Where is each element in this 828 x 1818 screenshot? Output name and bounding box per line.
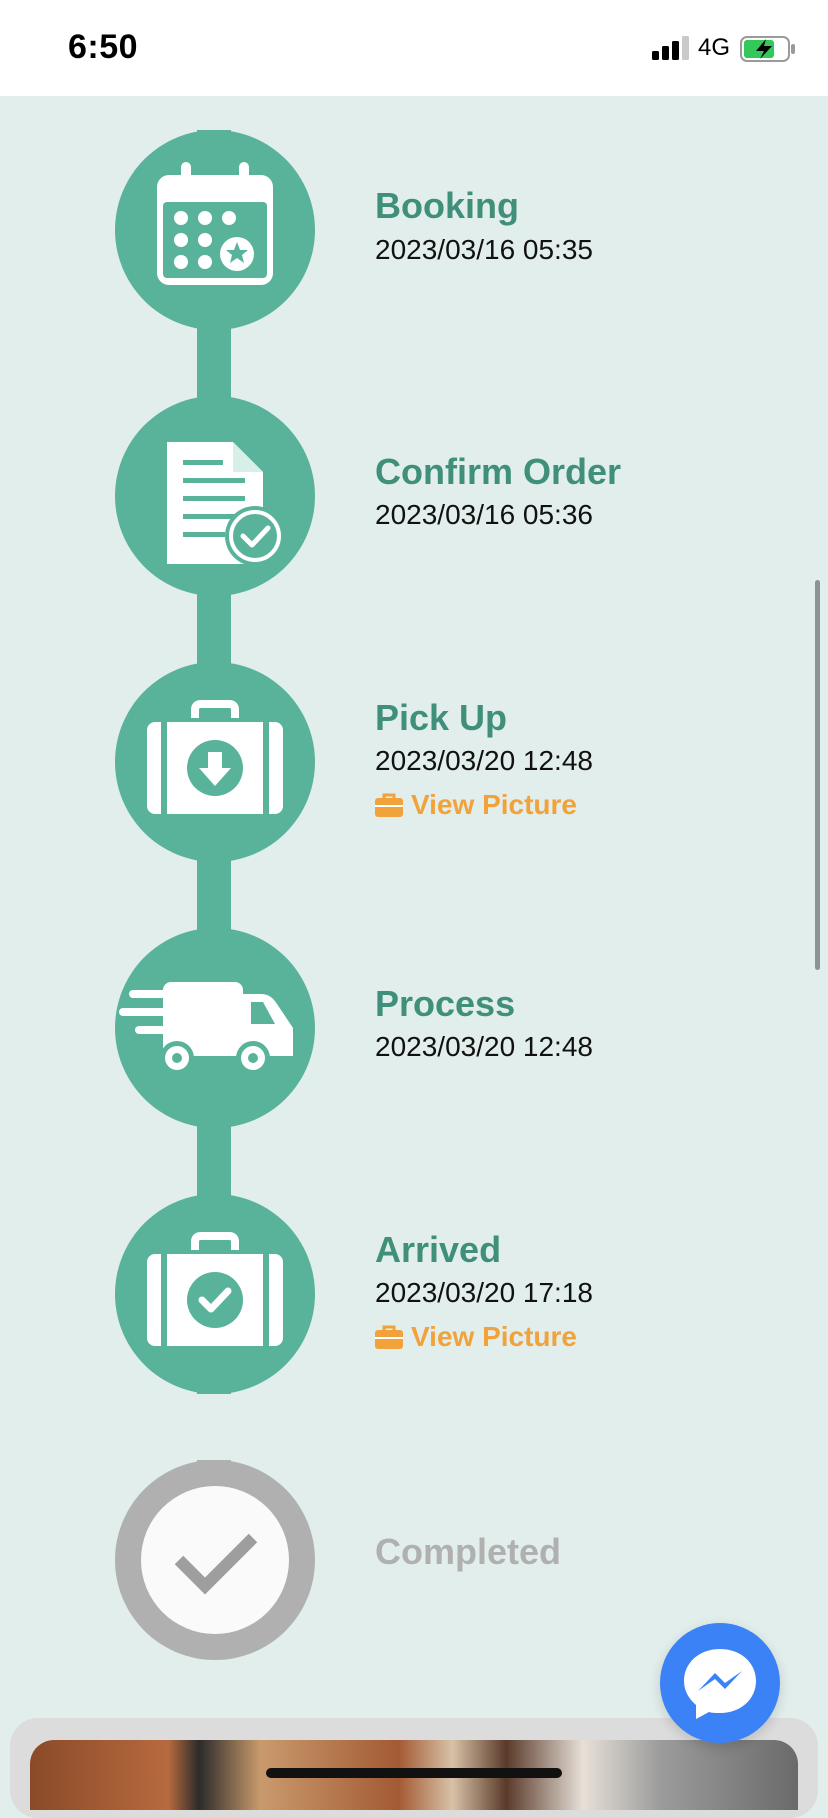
step-date: 2023/03/16 05:36	[375, 499, 593, 530]
messenger-icon	[684, 1649, 756, 1719]
step-circle	[115, 396, 315, 596]
scrollbar[interactable]	[815, 580, 820, 970]
step-circle	[115, 1460, 315, 1660]
step-title: Pick Up	[375, 697, 508, 738]
battery-icon	[740, 36, 795, 62]
step-title: Confirm Order	[375, 451, 622, 492]
calendar-icon	[157, 162, 273, 285]
step-circle	[115, 130, 315, 330]
step-date: 2023/03/20 17:18	[375, 1277, 593, 1308]
step-title: Process	[375, 983, 516, 1024]
checkmark-icon	[141, 1486, 289, 1634]
signal-icon	[652, 36, 689, 60]
step-date: 2023/03/20 12:48	[375, 745, 593, 776]
suitcase-check-icon	[147, 1232, 283, 1346]
step-date: 2023/03/20 12:48	[375, 1031, 593, 1062]
network-type: 4G	[698, 34, 731, 61]
suitcase-download-icon	[147, 700, 283, 814]
view-picture-label: View Picture	[411, 1321, 578, 1352]
briefcase-icon	[375, 793, 403, 817]
view-picture-link[interactable]: View Picture	[375, 789, 577, 821]
step-circle	[115, 1194, 315, 1394]
step-title: Arrived	[375, 1229, 502, 1270]
messenger-button[interactable]	[660, 1623, 780, 1743]
step-title: Completed	[375, 1531, 562, 1572]
status-time: 6:50	[68, 28, 139, 66]
view-picture-link[interactable]: View Picture	[375, 1321, 577, 1353]
status-bar: 6:50 4G	[0, 0, 828, 96]
step-date: 2023/03/16 05:35	[375, 234, 593, 265]
briefcase-icon	[375, 1325, 403, 1349]
step-circle	[115, 662, 315, 862]
step-circle	[115, 928, 315, 1128]
home-indicator	[266, 1768, 562, 1778]
view-picture-label: View Picture	[411, 789, 578, 820]
step-title: Booking	[375, 185, 519, 226]
truck-icon	[119, 982, 293, 1075]
document-check-icon	[167, 442, 285, 566]
